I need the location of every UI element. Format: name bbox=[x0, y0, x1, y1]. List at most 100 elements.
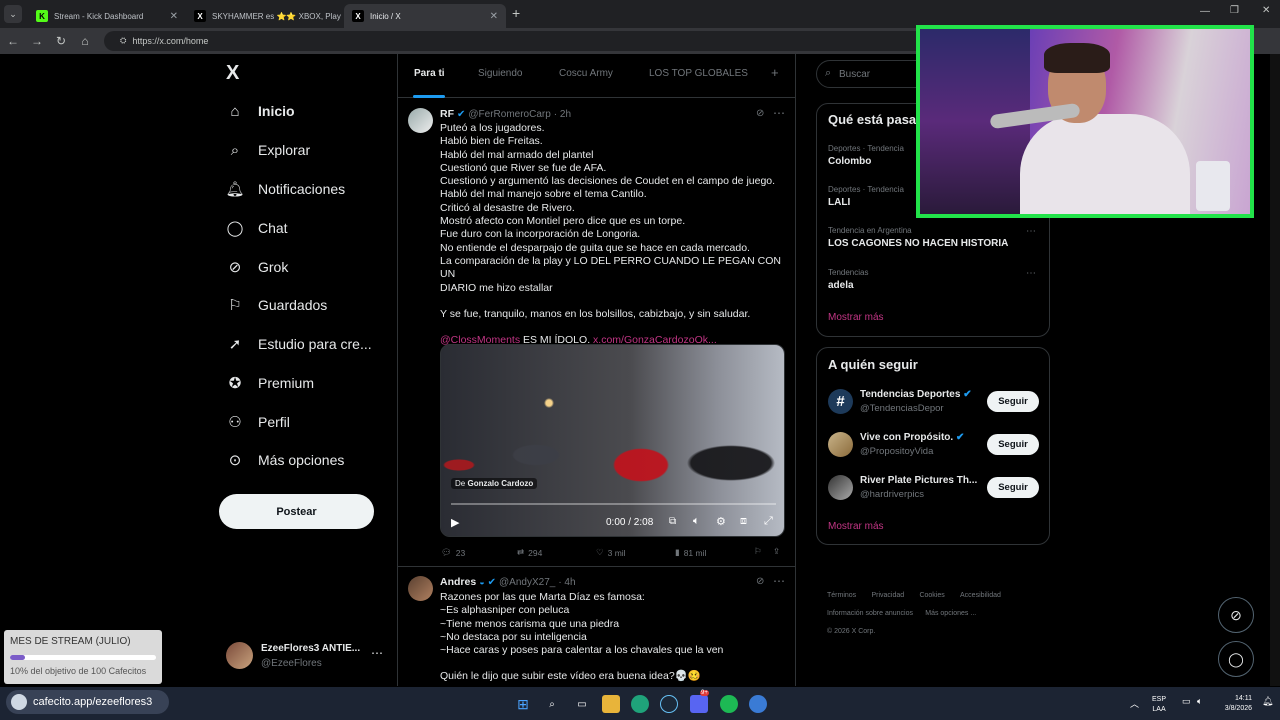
tweet-author-handle[interactable]: @FerRomeroCarp bbox=[468, 109, 550, 120]
notification-bell-icon[interactable]: 🔔︎ bbox=[1262, 696, 1273, 707]
post-button[interactable]: Postear bbox=[219, 494, 374, 529]
chat-fab-button[interactable]: ◯ bbox=[1218, 641, 1254, 677]
like-button[interactable]: ♡ 3 mil bbox=[596, 547, 626, 558]
browser-tab-inicio[interactable]: X Inicio / X ✕ bbox=[344, 4, 506, 28]
sidebar-item-perfil[interactable]: ⚇ Perfil bbox=[226, 408, 290, 436]
app-icon[interactable] bbox=[749, 695, 767, 713]
task-view-icon[interactable]: ▭ bbox=[573, 695, 591, 713]
play-icon[interactable]: ▶ bbox=[451, 516, 459, 529]
close-icon[interactable]: ✕ bbox=[170, 11, 178, 22]
sidebar-item-mas-opciones[interactable]: ⊙ Más opciones bbox=[226, 446, 345, 474]
minimize-button[interactable]: — bbox=[1200, 6, 1210, 17]
footer-link[interactable]: Cookies bbox=[919, 592, 944, 599]
more-icon[interactable]: ⋯ bbox=[371, 646, 383, 660]
tab-para-ti[interactable]: Para ti bbox=[414, 68, 445, 79]
trend-item[interactable]: Tendencias adela ⋯ bbox=[828, 268, 1040, 298]
back-arrow-icon[interactable]: ← bbox=[4, 32, 22, 50]
show-more-link[interactable]: Mostrar más bbox=[828, 521, 884, 532]
follow-button[interactable]: Seguir bbox=[987, 391, 1039, 412]
volume-icon[interactable]: 🔈︎ bbox=[1197, 696, 1202, 707]
language-indicator[interactable]: ESP LAA bbox=[1152, 695, 1166, 715]
browser-tab-kick[interactable]: K Stream - Kick Dashboard ✕ bbox=[28, 4, 186, 28]
x-logo-icon[interactable]: X bbox=[226, 62, 239, 85]
tweet-author-name[interactable]: RF bbox=[440, 108, 454, 120]
video-attribution[interactable]: De Gonzalo Cardozo bbox=[451, 478, 538, 489]
views-button[interactable]: ▮ 81 mil bbox=[675, 547, 706, 558]
sidebar-item-inicio[interactable]: ⌂ Inicio bbox=[226, 97, 294, 125]
tweet-author-handle[interactable]: @AndyX27_ bbox=[499, 577, 555, 588]
share-button[interactable]: ⇪ bbox=[773, 546, 780, 557]
follow-item[interactable]: # Tendencias Deportes ✔ @TendenciasDepor… bbox=[828, 388, 1040, 418]
footer-link[interactable]: Más opciones ... bbox=[925, 610, 976, 617]
site-info-icon[interactable]: ⛭ bbox=[120, 36, 126, 46]
sidebar-item-chat[interactable]: ◯ Chat bbox=[226, 214, 288, 242]
follow-button[interactable]: Seguir bbox=[987, 477, 1039, 498]
tab-siguiendo[interactable]: Siguiendo bbox=[478, 68, 522, 79]
settings-icon[interactable]: ⚙ bbox=[716, 515, 726, 528]
close-icon[interactable]: ✕ bbox=[490, 11, 498, 22]
more-icon[interactable]: ⋯ bbox=[773, 574, 785, 588]
tab-coscu-army[interactable]: Coscu Army bbox=[559, 68, 613, 79]
edge-browser-icon[interactable] bbox=[631, 695, 649, 713]
grok-icon[interactable]: ⊘ bbox=[756, 576, 764, 587]
tweet-time[interactable]: · 2h bbox=[554, 109, 571, 120]
scrollbar[interactable] bbox=[1270, 54, 1280, 686]
video-progress-bar[interactable] bbox=[451, 503, 776, 505]
file-explorer-icon[interactable] bbox=[602, 695, 620, 713]
tweet-time[interactable]: · 4h bbox=[558, 577, 575, 588]
new-tab-button[interactable]: + bbox=[512, 5, 520, 21]
browser-tab-skyhammer[interactable]: X SKYHAMMER es ⭐⭐ XBOX, Play ✕ bbox=[186, 4, 344, 28]
video-player[interactable]: De Gonzalo Cardozo ▶ 0:00 / 2:08 ⧉ 🔈︎ ⚙ … bbox=[440, 344, 785, 537]
sidebar-item-guardados[interactable]: ⚐ Guardados bbox=[226, 291, 327, 319]
avatar[interactable] bbox=[408, 576, 433, 601]
restore-button[interactable]: ❐ bbox=[1230, 5, 1239, 16]
captions-icon[interactable]: ⧉ bbox=[669, 516, 676, 527]
more-icon[interactable]: ⋯ bbox=[1026, 226, 1036, 237]
tweet[interactable]: Andres ◒ ✔ @AndyX27_ · 4h ⊘ ⋯ Razones po… bbox=[398, 568, 795, 686]
steam-icon[interactable] bbox=[660, 695, 678, 713]
footer-link[interactable]: Privacidad bbox=[871, 592, 904, 599]
account-switcher[interactable]: EzeeFlores3 ANTIE... @EzeeFlores ⋯ bbox=[226, 640, 386, 674]
discord-icon[interactable]: 9+ bbox=[690, 690, 709, 713]
tweet-author-name[interactable]: Andres bbox=[440, 576, 476, 588]
follow-item[interactable]: River Plate Pictures Th... @hardriverpic… bbox=[828, 474, 1040, 504]
grok-icon[interactable]: ⊘ bbox=[756, 108, 764, 119]
fullscreen-icon[interactable]: ⤢ bbox=[764, 515, 773, 528]
more-icon[interactable]: ⋯ bbox=[1026, 268, 1036, 279]
search-icon[interactable]: ⌕ bbox=[543, 695, 561, 713]
reply-count: 23 bbox=[455, 547, 466, 558]
avatar[interactable] bbox=[408, 108, 433, 133]
show-more-link[interactable]: Mostrar más bbox=[828, 312, 884, 323]
windows-start-icon[interactable]: ⊞ bbox=[514, 695, 532, 713]
tab-list-dropdown-button[interactable]: ⌄ bbox=[4, 5, 22, 23]
reload-icon[interactable]: ↻ bbox=[52, 32, 70, 50]
tab-los-top-globales[interactable]: LOS TOP GLOBALES bbox=[649, 68, 748, 79]
grok-fab-button[interactable]: ⊘ bbox=[1218, 597, 1254, 633]
follow-button[interactable]: Seguir bbox=[987, 434, 1039, 455]
add-tab-button[interactable]: + bbox=[771, 65, 779, 80]
bookmark-button[interactable]: ⚐ bbox=[754, 546, 762, 557]
volume-icon[interactable]: 🔈︎ bbox=[693, 515, 700, 528]
sidebar-item-grok[interactable]: ⊘ Grok bbox=[226, 253, 289, 281]
sidebar-item-explorar[interactable]: ⌕ Explorar bbox=[226, 136, 310, 164]
repost-button[interactable]: ⇄ 294 bbox=[517, 547, 542, 558]
pip-icon[interactable]: ⧈ bbox=[740, 515, 747, 528]
close-window-button[interactable]: ✕ bbox=[1262, 5, 1270, 16]
sidebar-item-notificaciones[interactable]: 🔔︎ Notificaciones bbox=[225, 175, 345, 203]
sidebar-item-estudio[interactable]: ➚ Estudio para cre... bbox=[226, 330, 372, 358]
follow-item[interactable]: Vive con Propósito. ✔ @PropositoyVida Se… bbox=[828, 431, 1040, 461]
trend-item[interactable]: Tendencia en Argentina LOS CAGONES NO HA… bbox=[828, 226, 1040, 256]
home-icon[interactable]: ⌂ bbox=[76, 32, 94, 50]
network-icon[interactable]: ▭ bbox=[1182, 696, 1191, 707]
sidebar-item-premium[interactable]: ✪ Premium bbox=[226, 369, 314, 397]
reply-button[interactable]: 💬︎ 23 bbox=[441, 547, 465, 558]
chevron-up-icon[interactable]: ︿ bbox=[1130, 697, 1139, 710]
forward-arrow-icon[interactable]: → bbox=[28, 32, 46, 50]
clock[interactable]: 14:11 3/8/2026 bbox=[1214, 694, 1252, 714]
footer-link[interactable]: Información sobre anuncios bbox=[827, 610, 913, 617]
chat-icon: ◯ bbox=[226, 220, 244, 237]
spotify-icon[interactable] bbox=[720, 695, 738, 713]
more-icon[interactable]: ⋯ bbox=[773, 106, 785, 120]
footer-link[interactable]: Accesibilidad bbox=[960, 592, 1001, 599]
footer-link[interactable]: Términos bbox=[827, 592, 856, 599]
